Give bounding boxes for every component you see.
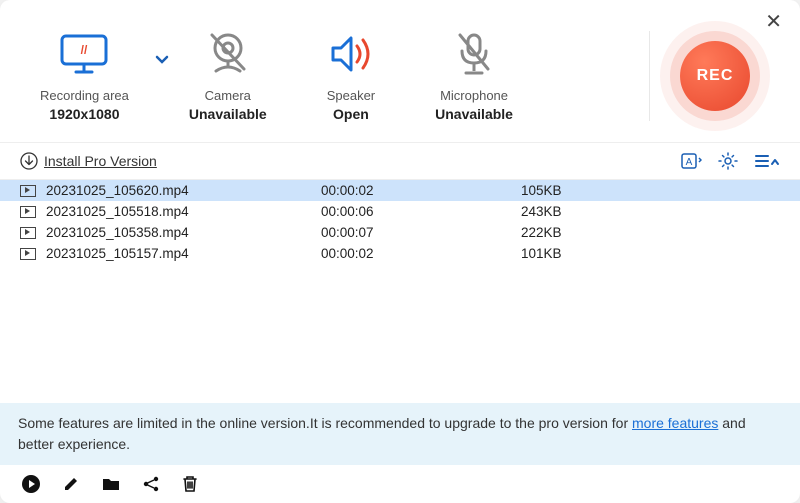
file-name: 20231025_105620.mp4 [46,183,321,198]
file-duration: 00:00:02 [321,183,521,198]
video-file-icon [20,248,36,260]
top-panel: // Recording area 1920x1080 [0,0,800,142]
device-status: Open [333,106,369,122]
recording-area-device[interactable]: // Recording area 1920x1080 [40,30,129,122]
file-name: 20231025_105518.mp4 [46,204,321,219]
video-file-icon [20,206,36,218]
more-features-link[interactable]: more features [632,415,718,431]
device-label: Recording area [40,88,129,103]
video-file-icon [20,185,36,197]
install-pro-link[interactable]: Install Pro Version [20,152,157,170]
device-status: Unavailable [189,106,267,122]
speaker-icon [327,30,375,78]
device-row: // Recording area 1920x1080 [40,30,619,122]
folder-button[interactable] [102,476,120,492]
upgrade-banner: Some features are limited in the online … [0,403,800,465]
bottom-bar [0,465,800,503]
record-button[interactable]: REC [680,41,750,111]
file-list: 20231025_105620.mp400:00:02105KB20231025… [0,180,800,403]
share-button[interactable] [142,475,160,493]
file-duration: 00:00:07 [321,225,521,240]
divider [649,31,650,121]
file-row[interactable]: 20231025_105157.mp400:00:02101KB [0,243,800,264]
device-label: Microphone [440,88,508,103]
file-duration: 00:00:06 [321,204,521,219]
microphone-icon [454,30,494,78]
file-name: 20231025_105358.mp4 [46,225,321,240]
toolbar-right: A [680,151,780,171]
app-window: ✕ // Recording area 1920x1080 [0,0,800,503]
monitor-icon: // [58,30,110,78]
chevron-down-icon[interactable] [155,52,169,70]
settings-button[interactable] [718,151,738,171]
svg-text://: // [81,43,88,57]
camera-icon [204,30,252,78]
file-size: 243KB [521,204,780,219]
device-status: 1920x1080 [49,106,119,122]
camera-device[interactable]: Camera Unavailable [189,30,267,122]
speaker-device[interactable]: Speaker Open [327,30,375,122]
microphone-device[interactable]: Microphone Unavailable [435,30,513,122]
file-duration: 00:00:02 [321,246,521,261]
file-row[interactable]: 20231025_105358.mp400:00:07222KB [0,222,800,243]
file-size: 222KB [521,225,780,240]
device-status: Unavailable [435,106,513,122]
menu-collapse-button[interactable] [754,152,780,170]
banner-text-before: Some features are limited in the online … [18,415,632,431]
device-label: Speaker [327,88,375,103]
file-name: 20231025_105157.mp4 [46,246,321,261]
install-pro-label: Install Pro Version [44,153,157,169]
edit-button[interactable] [62,475,80,493]
delete-button[interactable] [182,475,198,493]
file-row[interactable]: 20231025_105518.mp400:00:06243KB [0,201,800,222]
file-size: 101KB [521,246,780,261]
close-button[interactable]: ✕ [765,12,782,32]
svg-text:A: A [686,157,693,168]
file-row[interactable]: 20231025_105620.mp400:00:02105KB [0,180,800,201]
play-button[interactable] [22,475,40,493]
download-icon [20,152,38,170]
video-file-icon [20,227,36,239]
device-label: Camera [205,88,251,103]
toolbar: Install Pro Version A [0,142,800,180]
rename-button[interactable]: A [680,151,702,171]
file-size: 105KB [521,183,780,198]
